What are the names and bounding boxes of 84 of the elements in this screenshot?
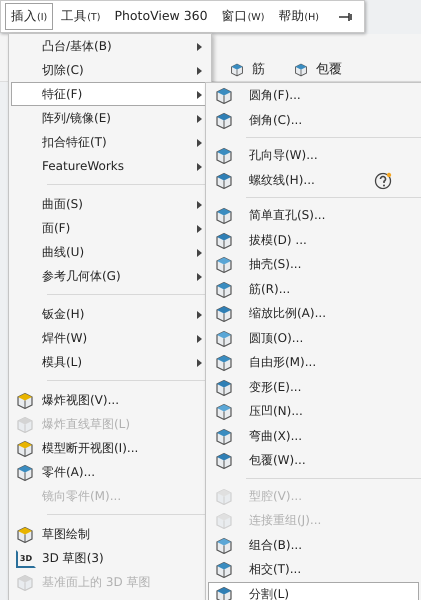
menu-bar-item[interactable]: 插入(I) [5, 3, 54, 30]
submenu-arrow-icon [197, 139, 202, 147]
toolbar-label[interactable]: 包覆 [316, 60, 342, 80]
menu-item[interactable]: 草图绘制 [11, 522, 209, 546]
cube-icon [16, 440, 34, 458]
menu-item[interactable]: 焊件(W) [11, 326, 209, 350]
cube-icon [215, 232, 233, 250]
cube-icon [215, 207, 233, 225]
menu-bar-item[interactable]: 帮助(H) [272, 3, 325, 30]
cube-icon [215, 330, 233, 348]
menu-item[interactable]: 组合(B)... [208, 532, 419, 557]
toolbar-icon [292, 62, 310, 77]
toolbar-label[interactable]: 筋 [252, 60, 265, 80]
cube-icon [16, 416, 34, 434]
menu-bar-item[interactable]: PhotoView 360 [108, 3, 214, 30]
submenu-arrow-icon [197, 91, 202, 99]
cube-icon [16, 526, 34, 544]
cube-icon [215, 428, 233, 446]
cube-icon [215, 112, 233, 130]
menu-item[interactable]: 3D 3D 草图(3) [11, 546, 209, 570]
submenu-arrow-icon [197, 115, 202, 123]
menu-item[interactable]: 自由形(M)... [208, 350, 419, 374]
menu-bar-item[interactable]: 工具(T) [55, 3, 106, 30]
submenu-arrow-icon [197, 249, 202, 257]
cube-icon [16, 464, 34, 482]
cube-icon [215, 87, 233, 105]
help-icon [374, 172, 392, 190]
submenu-arrow-icon [197, 163, 202, 171]
menu-item[interactable]: 变形(E)... [208, 374, 419, 399]
menu-item[interactable]: 参考几何体(G) [11, 264, 209, 288]
menu-bar-item[interactable]: 窗口(W) [216, 3, 270, 30]
cube-icon [215, 512, 233, 530]
menu-item[interactable]: 扣合特征(T) [11, 130, 209, 154]
submenu-arrow-icon [197, 311, 202, 319]
cube-icon [215, 256, 233, 274]
submenu-arrow-icon [197, 359, 202, 367]
menu-item[interactable]: 包覆(W)... [208, 448, 419, 472]
menu-item[interactable]: 切除(C) [11, 58, 209, 82]
menu-item[interactable]: 面(F) [11, 216, 209, 240]
submenu-arrow-icon [197, 43, 202, 51]
menu-item[interactable]: 孔向导(W)... [208, 143, 419, 168]
cube-icon [215, 452, 233, 470]
submenu-arrow-icon [197, 273, 202, 281]
cube-icon [215, 488, 233, 506]
menu-item[interactable]: 模型断开视图(I)... [11, 436, 209, 460]
menu-item[interactable]: 弯曲(X)... [208, 424, 419, 448]
menu-item[interactable]: 螺纹线(H)... [208, 168, 419, 192]
menu-item[interactable]: 钣金(H) [11, 302, 209, 326]
menu-item[interactable]: 抽壳(S)... [208, 252, 419, 276]
menu-item[interactable]: 相交(T)... [208, 557, 419, 582]
toolbar-icon [228, 62, 246, 77]
cube-icon [215, 354, 233, 372]
menu-item[interactable]: 简单直孔(S)... [208, 203, 419, 228]
submenu-arrow-icon [197, 335, 202, 343]
cube-icon [215, 536, 233, 554]
menu-item[interactable]: 爆炸视图(V)... [11, 388, 209, 412]
menu-item[interactable]: FeatureWorks [11, 154, 209, 178]
submenu-arrow-icon [197, 225, 202, 233]
menu-item[interactable]: 拔模(D) ... [208, 228, 419, 252]
cube-icon [215, 378, 233, 396]
menu-item[interactable]: 零件(A)... [11, 460, 209, 484]
menu-item[interactable]: 阵列/镜像(E) [11, 106, 209, 130]
menu-item[interactable]: 圆顶(O)... [208, 326, 419, 350]
cube-icon [215, 403, 233, 421]
menu-item[interactable]: 分割(L) [208, 582, 419, 600]
menu-item[interactable]: 倒角(C)... [208, 108, 419, 132]
menu-item[interactable]: 筋(R)... [208, 276, 419, 301]
menu-item[interactable]: 缩放比例(A)... [208, 301, 419, 326]
cube-icon [16, 574, 34, 592]
submenu-arrow-icon [197, 201, 202, 209]
menu-item[interactable]: 凸台/基体(B) [11, 34, 209, 58]
cube-icon [215, 586, 233, 600]
menu-item[interactable]: 圆角(F)... [208, 83, 419, 108]
cube-icon [215, 172, 233, 190]
submenu-arrow-icon [197, 67, 202, 75]
cube-icon [215, 147, 233, 165]
menu-item[interactable]: 压凹(N)... [208, 399, 419, 424]
menu-item[interactable]: 曲面(S) [11, 192, 209, 216]
cube-icon [215, 561, 233, 579]
menu-item[interactable]: 模具(L) [11, 350, 209, 374]
cube-icon [16, 392, 34, 410]
menu-item[interactable]: 曲线(U) [11, 240, 209, 264]
cube-icon [215, 280, 233, 298]
cube-icon [215, 305, 233, 323]
